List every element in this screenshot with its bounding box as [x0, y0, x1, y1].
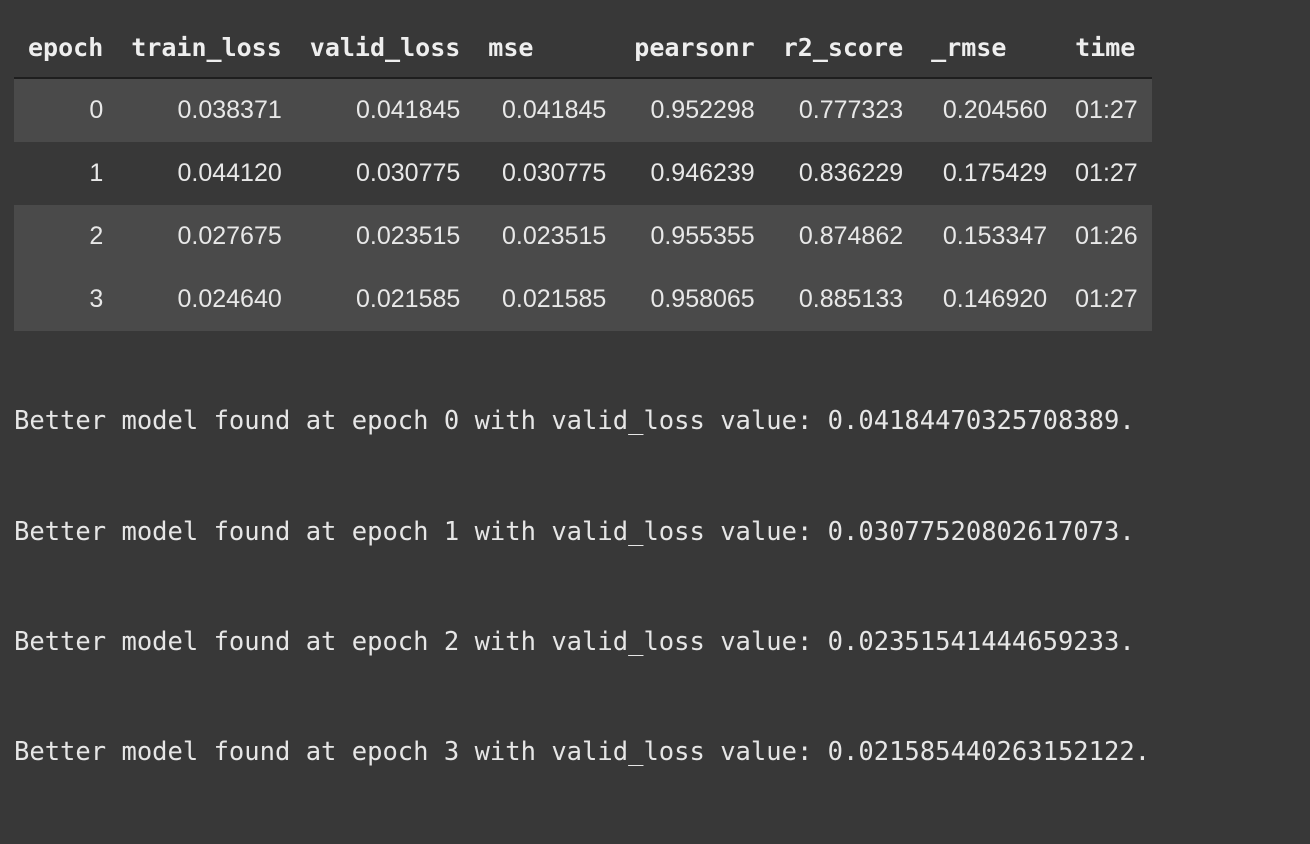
- cell-rmse: 0.153347: [917, 205, 1062, 268]
- cell-r2-score: 0.874862: [768, 205, 918, 268]
- cell-time: 01:27: [1061, 142, 1152, 205]
- cell-output: epoch train_loss valid_loss mse pearsonr…: [0, 0, 1310, 767]
- log-line: Better model found at epoch 1 with valid…: [14, 516, 1135, 547]
- cell-mse: 0.021585: [474, 268, 621, 331]
- cell-pearsonr: 0.952298: [620, 78, 769, 142]
- cell-train-loss: 0.038371: [117, 78, 296, 142]
- cell-epoch: 0: [14, 78, 118, 142]
- table-header: epoch train_loss valid_loss mse pearsonr…: [14, 18, 1152, 79]
- log-line: Better model found at epoch 3 with valid…: [14, 736, 1151, 767]
- cell-train-loss: 0.024640: [117, 268, 296, 331]
- cell-valid-loss: 0.021585: [295, 268, 475, 331]
- cell-r2-score: 0.836229: [768, 142, 918, 205]
- cell-valid-loss: 0.041845: [295, 78, 475, 142]
- cell-epoch: 3: [14, 268, 118, 331]
- cell-mse: 0.023515: [474, 205, 621, 268]
- table-row: 2 0.027675 0.023515 0.023515 0.955355 0.…: [14, 205, 1152, 268]
- cell-valid-loss: 0.023515: [295, 205, 475, 268]
- table-row: 3 0.024640 0.021585 0.021585 0.958065 0.…: [14, 268, 1152, 331]
- cell-rmse: 0.175429: [917, 142, 1062, 205]
- cell-epoch: 2: [14, 205, 118, 268]
- column-header-train-loss: train_loss: [117, 18, 296, 79]
- column-header-rmse: _rmse: [917, 18, 1062, 79]
- cell-epoch: 1: [14, 142, 118, 205]
- cell-mse: 0.041845: [474, 78, 621, 142]
- column-header-epoch: epoch: [14, 18, 118, 79]
- log-line: Better model found at epoch 2 with valid…: [14, 626, 1135, 657]
- column-header-time: time: [1061, 18, 1152, 79]
- column-header-mse: mse: [474, 18, 621, 79]
- cell-pearsonr: 0.955355: [620, 205, 769, 268]
- cell-time: 01:27: [1061, 78, 1152, 142]
- training-results-table: epoch train_loss valid_loss mse pearsonr…: [14, 18, 1152, 331]
- cell-train-loss: 0.044120: [117, 142, 296, 205]
- table-body: 0 0.038371 0.041845 0.041845 0.952298 0.…: [14, 78, 1152, 331]
- cell-r2-score: 0.885133: [768, 268, 918, 331]
- cell-time: 01:27: [1061, 268, 1152, 331]
- table-row: 0 0.038371 0.041845 0.041845 0.952298 0.…: [14, 78, 1152, 142]
- column-header-pearsonr: pearsonr: [620, 18, 769, 79]
- stdout-log: Better model found at epoch 0 with valid…: [14, 330, 1150, 844]
- cell-rmse: 0.146920: [917, 268, 1062, 331]
- cell-r2-score: 0.777323: [768, 78, 918, 142]
- cell-time: 01:26: [1061, 205, 1152, 268]
- cell-pearsonr: 0.946239: [620, 142, 769, 205]
- table-row: 1 0.044120 0.030775 0.030775 0.946239 0.…: [14, 142, 1152, 205]
- cell-valid-loss: 0.030775: [295, 142, 475, 205]
- cell-train-loss: 0.027675: [117, 205, 296, 268]
- log-line: Better model found at epoch 0 with valid…: [14, 406, 1135, 437]
- cell-rmse: 0.204560: [917, 78, 1062, 142]
- header-row: epoch train_loss valid_loss mse pearsonr…: [14, 18, 1152, 79]
- cell-mse: 0.030775: [474, 142, 621, 205]
- column-header-valid-loss: valid_loss: [295, 18, 475, 79]
- cell-pearsonr: 0.958065: [620, 268, 769, 331]
- column-header-r2-score: r2_score: [768, 18, 918, 79]
